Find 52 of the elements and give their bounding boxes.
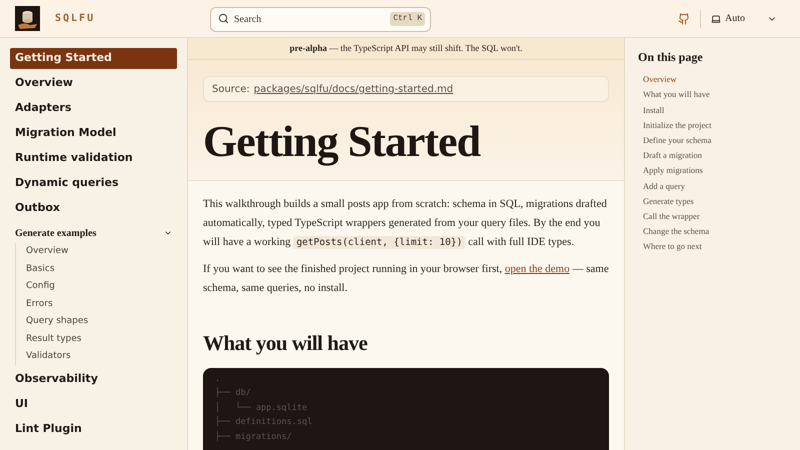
laptop-icon [711,14,721,24]
sidebar-subitem[interactable]: Config [26,278,177,296]
toc-link[interactable]: Install [643,102,800,118]
brand-name[interactable]: SQLFU [55,11,210,26]
sidebar-group-toggle[interactable]: Generate examples [10,223,177,243]
body-paragraph: This walkthrough builds a small posts app from scratch: schema in SQL, migrations drafted automatically, typed TypeScript wrappers generated from your query files. By the end you will have a working getPosts(client, {limit: 10}) call with full IDE types. [203,197,608,251]
code-line: ├── definitions.sql [215,415,314,429]
toc-link[interactable]: Call the wrapper [643,208,800,224]
code-line: ├── migrations/ [215,430,293,444]
sidebar-item[interactable]: Migration Model [10,123,177,144]
banner-text: pre-alpha — the TypeScript API may still shift. The SQL won't. [290,42,522,55]
sidebar-item[interactable]: Runtime validation [10,148,177,169]
sidebar-item[interactable]: Observability [10,368,177,390]
toc-link[interactable]: Draft a migration [643,148,800,164]
sidebar-subitem[interactable]: Result types [26,330,177,348]
sidebar-item[interactable]: Overview [10,73,177,94]
sidebar-item[interactable]: Dynamic queries [10,173,177,194]
sidebar-item[interactable]: Outbox [10,198,177,219]
toc-link[interactable]: Overview [643,72,800,88]
toc-link[interactable]: What you will have [643,87,800,102]
code-line: ├── db/ [215,386,252,400]
section-heading: What you will have [203,330,368,357]
toc-title: On this page [638,49,704,66]
toc-link[interactable]: Define your schema [643,132,800,148]
shortcut-key: Ctrl K [390,12,425,26]
toc-link[interactable]: Generate types [643,194,800,209]
sidebar-subitem[interactable]: Basics [26,260,177,278]
source-label: Source: [212,82,250,96]
sidebar-item[interactable]: Adapters [10,98,177,119]
sidebar-subitem[interactable]: Query shapes [26,313,177,330]
theme-selector[interactable]: Auto [711,11,777,26]
sidebar-item[interactable]: Getting Started [10,48,177,69]
sidebar-item[interactable]: Lint Plugin [10,418,177,440]
toc-link[interactable]: Change the schema [643,224,800,240]
body-paragraph: If you want to see the finished project running in your browser first, open the demo — same schema, same queries, no install. [203,262,609,296]
github-icon[interactable] [678,12,690,24]
sidebar-item[interactable]: UI [10,394,177,414]
page-title: Getting Started [203,116,482,168]
search-icon [218,13,229,24]
code-line: . [215,372,222,386]
code-line: │ └── app.sqlite [215,401,308,414]
toc-link[interactable]: Initialize the project [643,118,800,133]
logo-icon [15,6,40,31]
toc-link[interactable]: Where to go next [643,239,800,254]
demo-link[interactable]: open the demo [504,263,570,275]
toc-link[interactable]: Apply migrations [643,163,800,178]
chevron-icon [164,229,172,237]
toc-link[interactable]: Add a query [643,178,800,194]
source-link[interactable]: packages/sqlfu/docs/getting-started.md [254,82,454,96]
sidebar-subitem[interactable]: Validators [26,348,177,366]
sidebar-subitem[interactable]: Overview [26,243,177,260]
sidebar-subitem[interactable]: Errors [26,296,177,313]
